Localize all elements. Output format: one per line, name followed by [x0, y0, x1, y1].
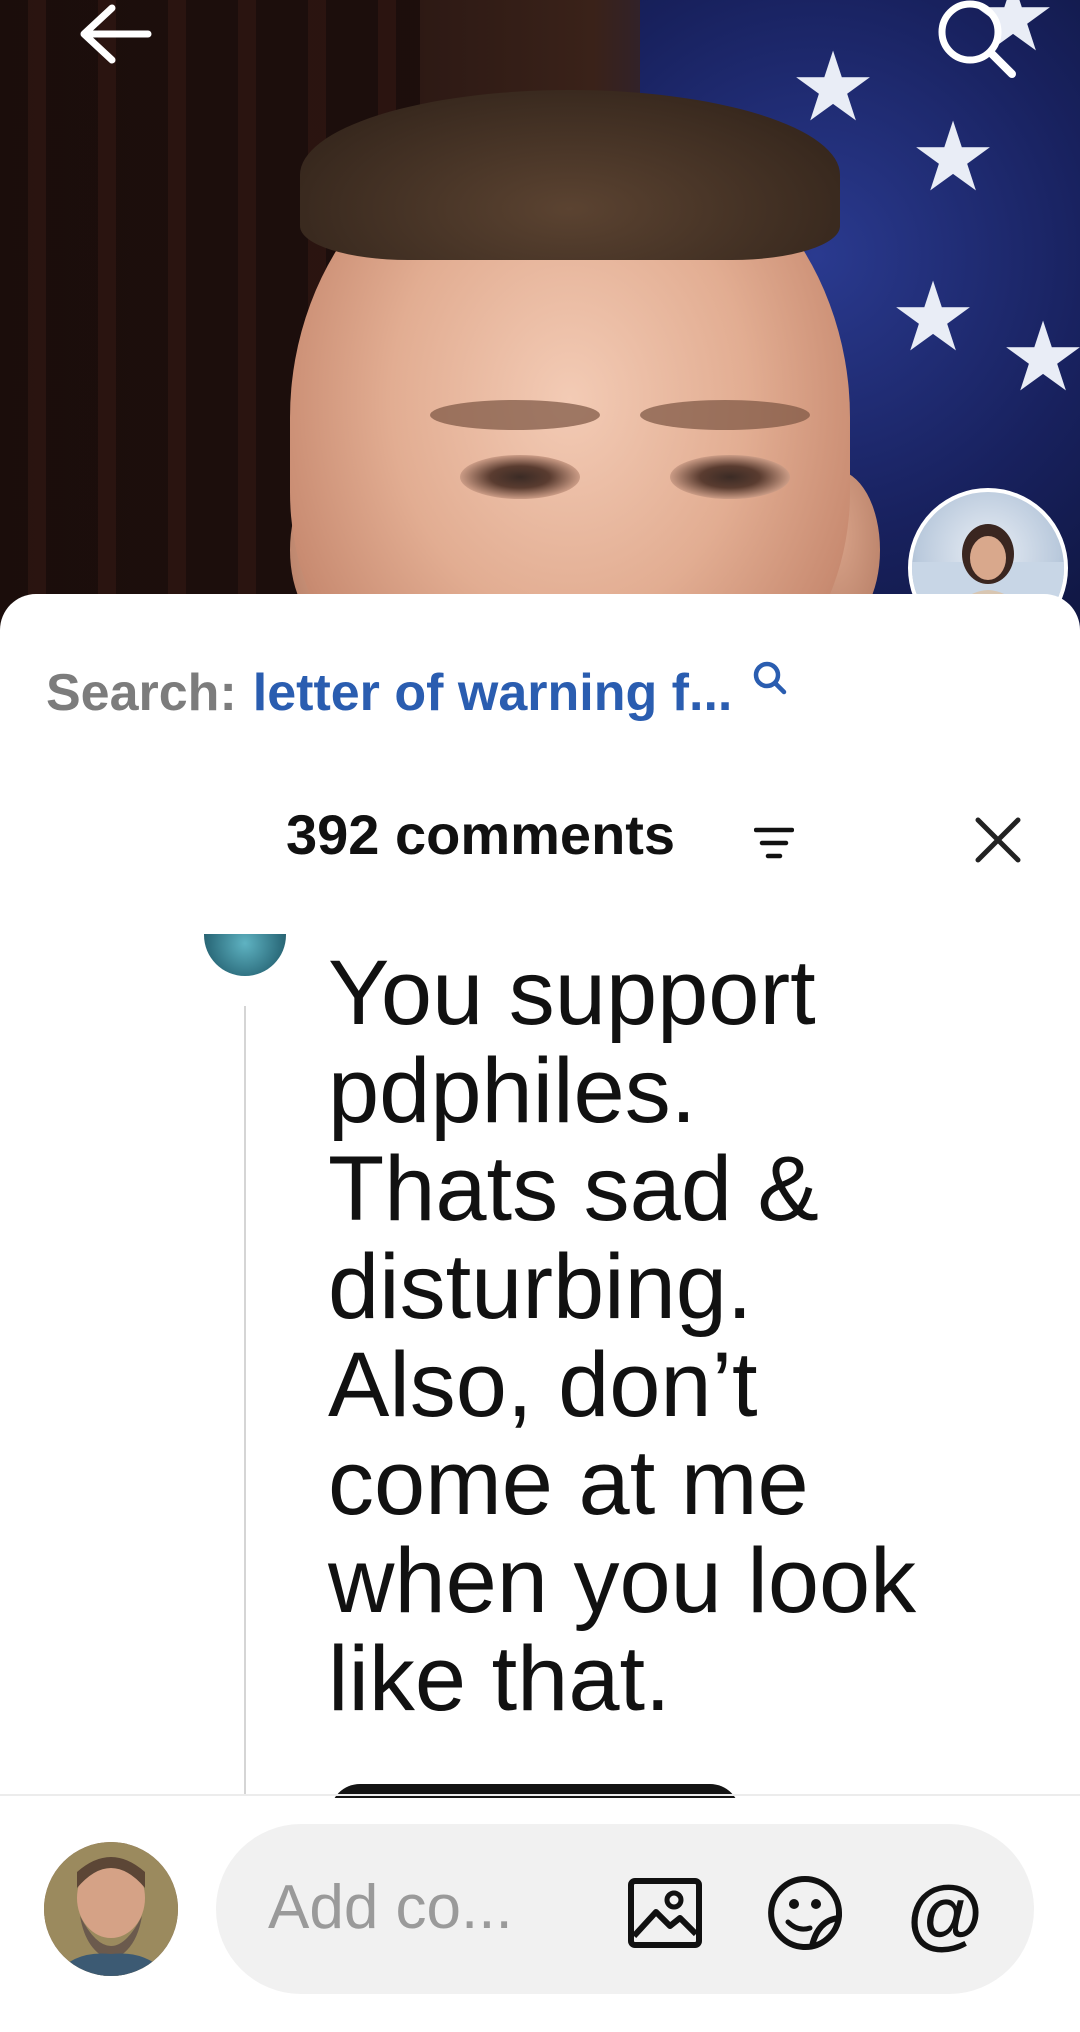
comment-input-placeholder: Add co... — [268, 1873, 513, 1942]
sort-icon[interactable] — [754, 824, 794, 862]
person-brow — [430, 400, 600, 430]
user-avatar[interactable] — [44, 1842, 178, 1976]
divider — [0, 1794, 1080, 1796]
search-icon[interactable] — [930, 0, 1020, 80]
close-icon[interactable] — [972, 814, 1024, 866]
related-search-link[interactable]: Search: letter of warning f... — [46, 658, 788, 728]
commenter-avatar-image — [204, 934, 286, 976]
person-eye — [460, 455, 580, 499]
person-hair — [300, 90, 840, 260]
video-player[interactable]: ★ ★ ★ ★ ★ — [0, 0, 1080, 640]
user-avatar-image — [44, 1842, 178, 1976]
comments-count: 392 comments — [286, 803, 676, 866]
comments-sheet: Search: letter of warning f... 392 comme… — [0, 594, 1080, 2032]
comments-header: 392 comments — [0, 802, 1080, 882]
search-query[interactable]: letter of warning f... — [253, 663, 733, 723]
search-icon — [754, 661, 787, 695]
commenter-avatar[interactable] — [204, 934, 286, 984]
image-icon[interactable] — [626, 1874, 704, 1952]
comment-input[interactable]: Add co... @ — [216, 1824, 1034, 1994]
flag-star: ★ — [1000, 304, 1080, 411]
search-label: Search: — [46, 664, 237, 722]
mention-icon[interactable]: @ — [906, 1874, 984, 1952]
thread-line — [244, 1006, 246, 1796]
person-eye — [670, 455, 790, 499]
sticker-icon[interactable] — [766, 1874, 844, 1952]
flag-star: ★ — [890, 264, 977, 371]
flag-star: ★ — [790, 34, 877, 141]
comment-text: You support pdphiles. Thats sad & distur… — [328, 942, 917, 1730]
person-brow — [640, 400, 810, 430]
flag-star: ★ — [910, 104, 997, 211]
back-arrow-icon[interactable] — [76, 0, 156, 70]
